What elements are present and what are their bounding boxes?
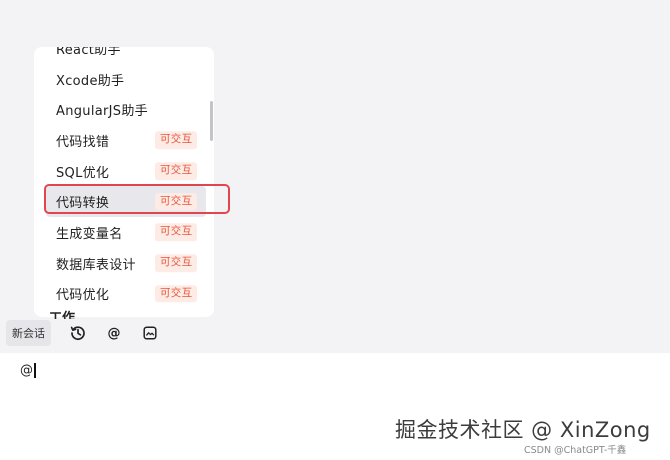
- list-item-react[interactable]: React助手: [34, 47, 214, 64]
- list-item-label: React助手: [56, 47, 121, 58]
- interactive-badge: 可交互: [155, 162, 198, 180]
- assistant-popup: React助手 Xcode助手 AngularJS助手 代码找错 可交互 SQL…: [34, 47, 214, 317]
- text-caret: [34, 363, 36, 378]
- list-item-xcode[interactable]: Xcode助手: [34, 64, 214, 95]
- watermark-main: 掘金技术社区 @ XinZong: [395, 418, 651, 442]
- list-item-label: 代码优化: [56, 288, 110, 304]
- input-value: @: [20, 363, 33, 378]
- popup-scrollbar[interactable]: [210, 101, 213, 141]
- interactive-badge: 可交互: [155, 254, 198, 272]
- list-item-find-bugs[interactable]: 代码找错 可交互: [34, 125, 214, 156]
- new-chat-button[interactable]: 新会话: [6, 320, 51, 346]
- list-item-label: Xcode助手: [56, 73, 125, 89]
- list-item-label: 代码找错: [56, 134, 110, 150]
- at-icon[interactable]: @: [99, 321, 129, 345]
- list-item-angularjs[interactable]: AngularJS助手: [34, 94, 214, 125]
- list-item-label: 生成变量名: [56, 226, 123, 242]
- list-item-sql-optimize[interactable]: SQL优化 可交互: [34, 156, 214, 187]
- list-item-label: SQL优化: [56, 165, 110, 181]
- watermark-sub: CSDN @ChatGPT-千鑫: [524, 445, 627, 456]
- input-toolbar: 新会话 @: [6, 320, 171, 346]
- chat-window: React助手 Xcode助手 AngularJS助手 代码找错 可交互 SQL…: [0, 0, 670, 460]
- interactive-badge: 可交互: [155, 285, 198, 303]
- interactive-badge: 可交互: [155, 223, 198, 242]
- image-icon[interactable]: [135, 321, 165, 345]
- assistant-list: React助手 Xcode助手 AngularJS助手 代码找错 可交互 SQL…: [34, 47, 214, 309]
- list-item-variable-names[interactable]: 生成变量名 可交互: [34, 217, 214, 248]
- message-input[interactable]: @: [20, 363, 36, 378]
- list-item-code-optimize[interactable]: 代码优化 可交互: [34, 279, 214, 310]
- list-item-db-table-design[interactable]: 数据库表设计 可交互: [34, 248, 214, 279]
- history-icon[interactable]: [63, 321, 93, 345]
- section-title-peek: 工作: [49, 311, 76, 319]
- interactive-badge: 可交互: [155, 131, 198, 150]
- list-item-label: AngularJS助手: [56, 104, 148, 120]
- annotation-highlight-box: [44, 184, 230, 214]
- list-item-label: 数据库表设计: [56, 257, 136, 273]
